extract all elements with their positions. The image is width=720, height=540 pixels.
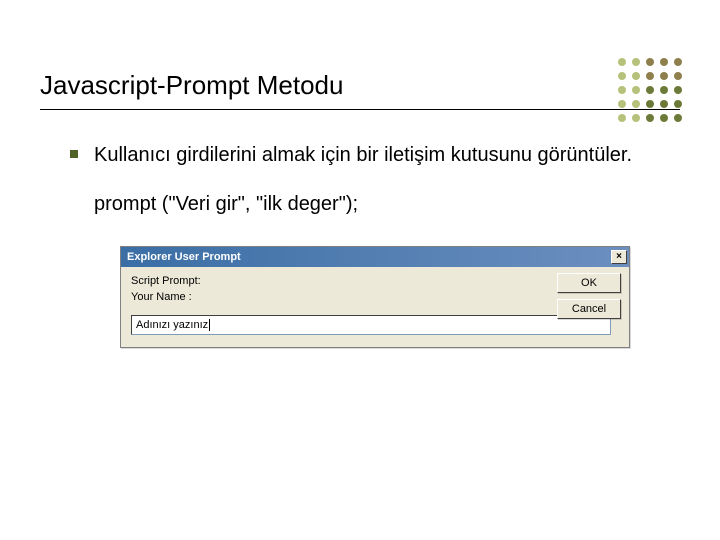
- dot-icon: [632, 86, 640, 94]
- dot-icon: [660, 114, 668, 122]
- dot-icon: [660, 72, 668, 80]
- dot-icon: [674, 86, 682, 94]
- prompt-input[interactable]: Adınızı yazınız: [131, 315, 611, 335]
- prompt-dialog: Explorer User Prompt × Script Prompt: Yo…: [120, 246, 630, 348]
- dot-icon: [660, 86, 668, 94]
- bullet-item: Kullanıcı girdilerini almak için bir ile…: [70, 142, 670, 169]
- script-prompt-label: Script Prompt:: [131, 275, 539, 287]
- dot-icon: [618, 58, 626, 66]
- dot-icon: [618, 114, 626, 122]
- dot-icon: [646, 100, 654, 108]
- dot-icon: [618, 100, 626, 108]
- bullet-text: Kullanıcı girdilerini almak için bir ile…: [94, 142, 632, 169]
- dialog-title: Explorer User Prompt: [127, 251, 241, 263]
- slide: Javascript-Prompt Metodu Kullanıcı girdi…: [0, 0, 720, 540]
- caret-icon: [209, 319, 210, 331]
- dot-icon: [618, 72, 626, 80]
- bullet-marker-icon: [70, 150, 78, 158]
- dot-icon: [660, 100, 668, 108]
- dot-icon: [646, 58, 654, 66]
- cancel-button[interactable]: Cancel: [557, 299, 621, 319]
- dot-icon: [646, 72, 654, 80]
- dialog-titlebar: Explorer User Prompt ×: [121, 247, 629, 267]
- dot-icon: [632, 100, 640, 108]
- dot-icon: [674, 58, 682, 66]
- prompt-input-value: Adınızı yazınız: [136, 319, 208, 331]
- dialog-buttons: OK Cancel: [557, 273, 621, 319]
- dot-icon: [646, 114, 654, 122]
- dot-icon: [674, 114, 682, 122]
- dialog-body: Script Prompt: Your Name : OK Cancel Adı…: [121, 267, 629, 347]
- your-name-label: Your Name :: [131, 291, 539, 303]
- slide-body: Kullanıcı girdilerini almak için bir ile…: [40, 110, 680, 348]
- corner-decoration: [618, 58, 684, 124]
- dot-icon: [618, 86, 626, 94]
- dot-icon: [674, 100, 682, 108]
- code-snippet: prompt ("Veri gir", "ilk deger");: [94, 193, 670, 216]
- slide-title: Javascript-Prompt Metodu: [40, 70, 680, 110]
- dot-icon: [632, 58, 640, 66]
- dot-icon: [632, 114, 640, 122]
- dot-icon: [674, 72, 682, 80]
- dot-icon: [646, 86, 654, 94]
- ok-button[interactable]: OK: [557, 273, 621, 293]
- dot-icon: [632, 72, 640, 80]
- dot-icon: [660, 58, 668, 66]
- close-icon[interactable]: ×: [611, 250, 627, 264]
